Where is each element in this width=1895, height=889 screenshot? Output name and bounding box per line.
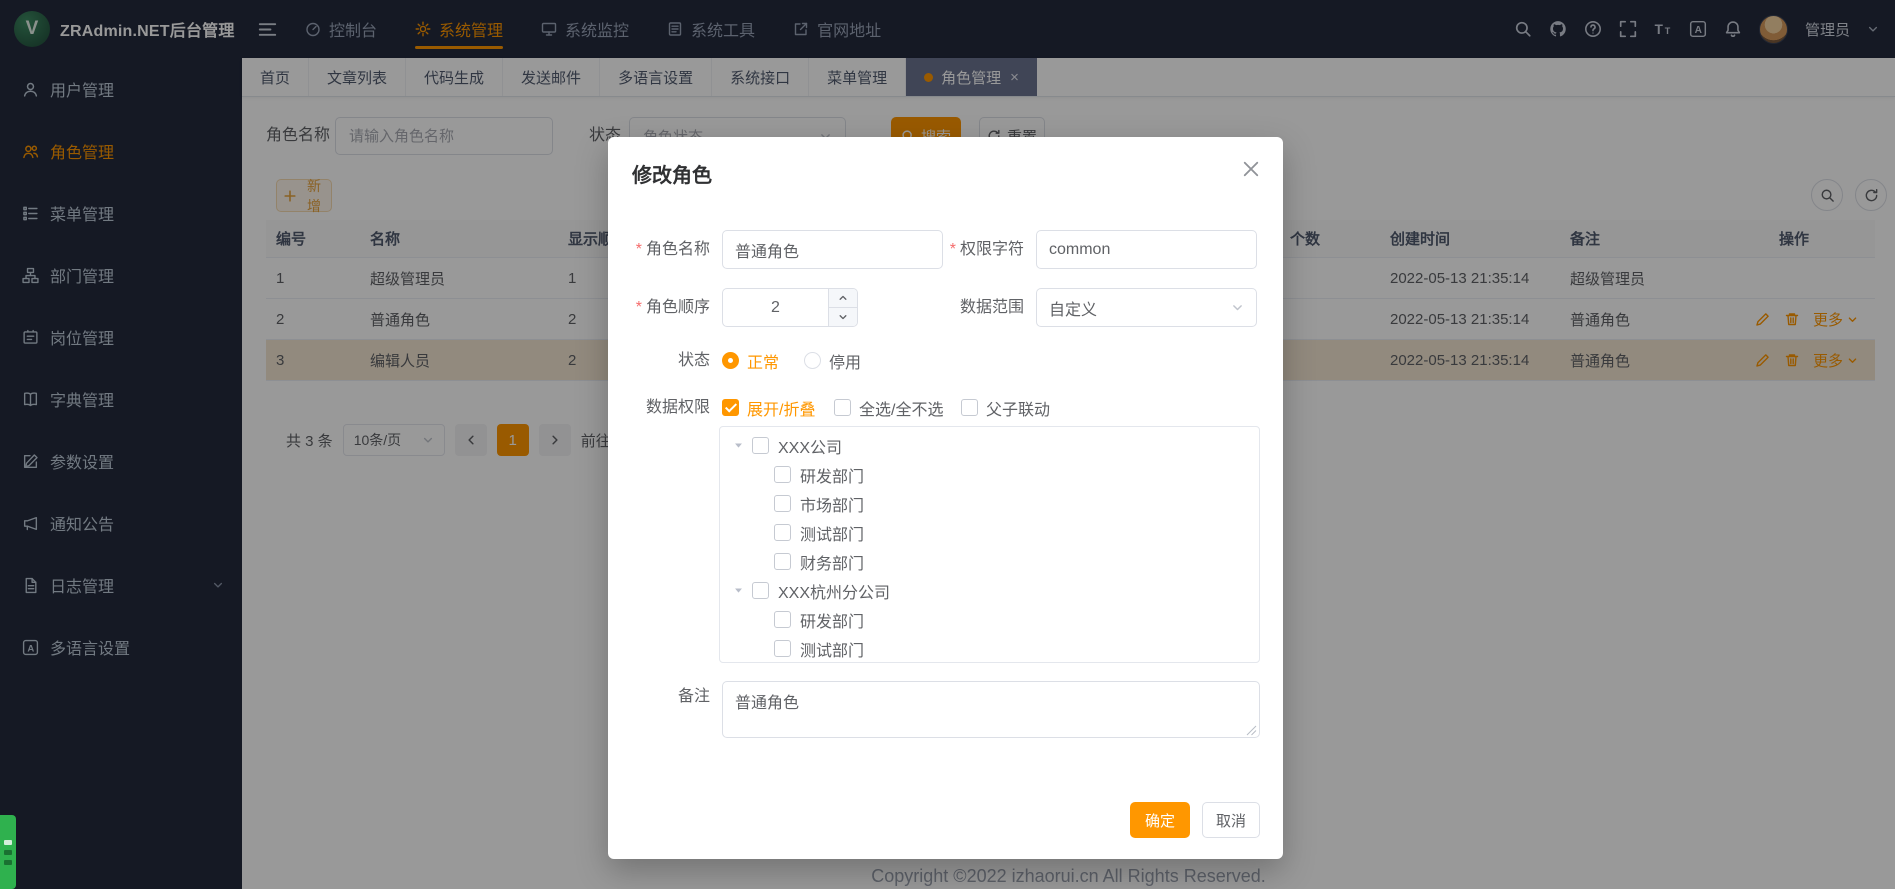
data-scope-select[interactable]: 自定义: [1036, 288, 1257, 327]
tree-expander-icon[interactable]: [733, 585, 744, 596]
role-order-stepper[interactable]: 2: [722, 288, 858, 327]
confirm-button[interactable]: 确定: [1130, 802, 1190, 838]
data-scope-value: 自定义: [1049, 296, 1097, 320]
edit-role-dialog: 修改角色 *角色名称 *权限字符 *角色顺序 2 数据范围 自定义 状态 正常: [608, 137, 1283, 859]
close-icon[interactable]: [1241, 159, 1261, 179]
data-permission-label: 数据权限: [608, 388, 710, 427]
radio-icon: [722, 352, 739, 369]
tree-node-label: XXX公司: [778, 434, 842, 458]
role-name-label: *角色名称: [608, 230, 710, 269]
label-text: 权限字符: [960, 241, 1024, 258]
dialog-title: 修改角色: [632, 159, 712, 188]
perm-char-label: *权限字符: [922, 230, 1024, 269]
role-name-input[interactable]: [722, 230, 943, 269]
tree-node[interactable]: 财务部门: [720, 547, 1259, 576]
tree-node-label: XXX杭州分公司: [778, 579, 890, 603]
chevron-up-icon[interactable]: [829, 289, 857, 308]
tree-checkbox[interactable]: [774, 495, 791, 512]
tree-node[interactable]: XXX公司: [720, 431, 1259, 460]
role-order-label: *角色顺序: [608, 288, 710, 327]
radio-status-disabled[interactable]: 停用: [804, 341, 861, 380]
checkbox-label: 全选/全不选: [859, 396, 943, 420]
tree-checkbox[interactable]: [774, 611, 791, 628]
widget-mark: [4, 840, 12, 845]
checkbox-select-all[interactable]: 全选/全不选: [834, 388, 943, 427]
tree-checkbox[interactable]: [774, 524, 791, 541]
status-label: 状态: [608, 341, 710, 380]
tree-node-label: 财务部门: [800, 550, 864, 574]
label-text: 状态: [678, 352, 710, 369]
required-star: *: [636, 299, 642, 316]
checkbox-expand-collapse[interactable]: 展开/折叠: [722, 388, 815, 427]
label-text: 角色顺序: [646, 299, 710, 316]
tree-checkbox[interactable]: [752, 582, 769, 599]
label-text: 备注: [678, 688, 710, 705]
checkbox-parent-child-linkage[interactable]: 父子联动: [961, 388, 1050, 427]
label-text: 数据范围: [960, 299, 1024, 316]
tree-node-label: 测试部门: [800, 637, 864, 661]
stepper-controls: [828, 289, 857, 326]
tree-node-label: 测试部门: [800, 521, 864, 545]
label-text: 数据权限: [646, 399, 710, 416]
tree-node[interactable]: 测试部门: [720, 634, 1259, 663]
checkbox-icon: [834, 399, 851, 416]
required-star: *: [636, 241, 642, 258]
widget-mark: [4, 860, 12, 865]
tree-node[interactable]: XXX杭州分公司: [720, 576, 1259, 605]
tree-checkbox[interactable]: [774, 640, 791, 657]
tree-node[interactable]: 市场部门: [720, 489, 1259, 518]
checkbox-label: 父子联动: [986, 396, 1050, 420]
checkbox-icon: [722, 399, 739, 416]
radio-icon: [804, 352, 821, 369]
remark-label: 备注: [608, 681, 710, 713]
tree-node-label: 研发部门: [800, 608, 864, 632]
radio-label: 停用: [829, 349, 861, 373]
floating-widget[interactable]: [0, 815, 16, 889]
tree-checkbox[interactable]: [752, 437, 769, 454]
role-order-value: 2: [723, 289, 828, 326]
widget-mark: [4, 850, 12, 855]
resize-handle[interactable]: [1246, 725, 1257, 736]
checkbox-label: 展开/折叠: [747, 396, 815, 420]
cancel-label: 取消: [1216, 810, 1246, 831]
perm-char-input[interactable]: [1036, 230, 1257, 269]
permission-tree: XXX公司 研发部门 市场部门 测试部门 财务部门 XXX杭州分公司: [719, 426, 1260, 663]
data-scope-label: 数据范围: [922, 288, 1024, 327]
tree-expander-icon[interactable]: [733, 440, 744, 451]
app-root: V ZRAdmin.NET后台管理 用户管理 角色管理 菜单管理 部门管理: [0, 0, 1895, 889]
confirm-label: 确定: [1145, 810, 1175, 831]
tree-node[interactable]: 测试部门: [720, 518, 1259, 547]
chevron-down-icon[interactable]: [829, 308, 857, 326]
remark-textarea[interactable]: 普通角色: [722, 681, 1260, 738]
cancel-button[interactable]: 取消: [1202, 802, 1260, 838]
tree-node-label: 市场部门: [800, 492, 864, 516]
required-star: *: [950, 241, 956, 258]
chevron-down-icon: [1231, 301, 1244, 314]
tree-node[interactable]: 研发部门: [720, 460, 1259, 489]
label-text: 角色名称: [646, 241, 710, 258]
tree-node-label: 研发部门: [800, 463, 864, 487]
tree-checkbox[interactable]: [774, 553, 791, 570]
tree-checkbox[interactable]: [774, 466, 791, 483]
checkbox-icon: [961, 399, 978, 416]
radio-label: 正常: [747, 349, 779, 373]
radio-status-normal[interactable]: 正常: [722, 341, 779, 380]
tree-node[interactable]: 研发部门: [720, 605, 1259, 634]
